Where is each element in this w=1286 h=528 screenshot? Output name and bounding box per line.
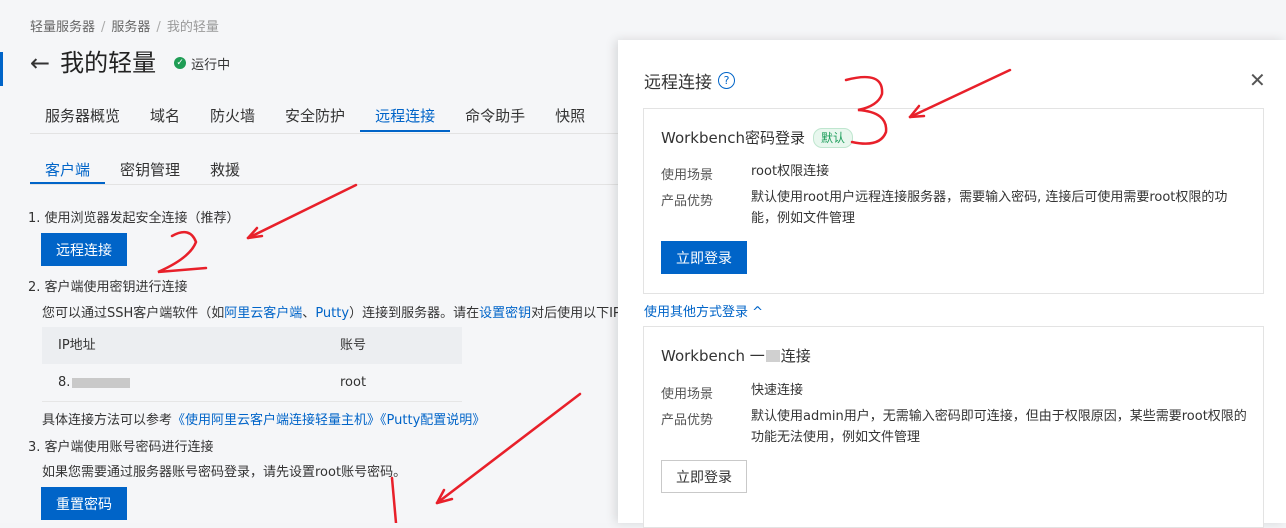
workbench-password-card: Workbench密码登录 默认 使用场景 root权限连接 产品优势 默认使用… — [643, 108, 1264, 294]
help-icon[interactable]: ? — [718, 72, 735, 89]
card-title-a: Workbench 一 — [661, 347, 765, 365]
reference-text: 具体连接方法可以参考《使用阿里云客户端连接轻量主机》《Putty配置说明》 — [42, 409, 485, 428]
scene-value: root权限连接 — [751, 164, 830, 179]
sub-tabs: 客户端 密钥管理 救援 — [30, 158, 255, 184]
redacted-text — [765, 349, 780, 362]
table-row: 8. root — [42, 364, 462, 402]
drawer-title: 远程连接 ? — [644, 68, 735, 93]
breadcrumb-item-server[interactable]: 服务器 — [111, 20, 150, 35]
step2-desc-c: ）连接到服务器。请在 — [349, 306, 480, 321]
breadcrumb-separator: / — [156, 20, 161, 35]
other-login-toggle[interactable]: 使用其他方式登录 ^ — [644, 301, 763, 320]
tabs-divider — [30, 133, 630, 134]
close-icon[interactable]: ✕ — [1249, 68, 1266, 92]
active-nav-indicator — [0, 52, 3, 86]
check-circle-icon: ✓ — [174, 57, 187, 69]
putty-guide-link[interactable]: 《Putty配置说明》 — [380, 413, 485, 428]
redacted-ip — [72, 377, 131, 388]
page-title: 我的轻量 — [60, 49, 157, 77]
breadcrumb: 轻量服务器 / 服务器 / 我的轻量 — [30, 16, 219, 35]
aliyun-client-link[interactable]: 阿里云客户端 — [224, 306, 302, 321]
remote-connect-drawer: 远程连接 ? ✕ Workbench密码登录 默认 使用场景 root权限连接 … — [618, 40, 1286, 528]
tab-firewall[interactable]: 防火墙 — [195, 104, 270, 132]
step3-text: 3. 客户端使用账号密码进行连接 — [28, 440, 214, 455]
scene-label: 使用场景 — [661, 387, 714, 402]
tab-snapshot[interactable]: 快照 — [540, 104, 600, 132]
card-title: Workbench 一连接 — [661, 345, 811, 366]
account-cell: root — [340, 375, 367, 390]
step2-text: 2. 客户端使用密钥进行连接 — [28, 280, 188, 295]
workbench-oneclick-card: Workbench 一连接 使用场景 快速连接 产品优势 默认使用admin用户… — [643, 326, 1264, 528]
tab-remote-connect[interactable]: 远程连接 — [360, 104, 451, 132]
login-now-button[interactable]: 立即登录 — [661, 460, 747, 493]
step2-desc-b: 、 — [302, 306, 316, 321]
advantage-label: 产品优势 — [661, 194, 714, 209]
putty-link[interactable]: Putty — [315, 306, 349, 321]
set-key-link[interactable]: 设置密钥 — [479, 306, 531, 321]
status-text: 运行中 — [191, 57, 231, 73]
default-badge: 默认 — [813, 127, 854, 148]
status-badge: ✓ 运行中 — [174, 54, 230, 73]
breadcrumb-separator: / — [101, 20, 106, 35]
card-title: Workbench密码登录 默认 — [661, 127, 854, 148]
aliyun-client-guide-link[interactable]: 《使用阿里云客户端连接轻量主机》 — [172, 413, 380, 428]
subtab-client[interactable]: 客户端 — [30, 158, 106, 184]
drawer-title-text: 远程连接 — [644, 73, 712, 93]
breadcrumb-item-current: 我的轻量 — [166, 20, 219, 35]
tab-security[interactable]: 安全防护 — [270, 104, 360, 132]
step1-text: 1. 使用浏览器发起安全连接（推荐） — [28, 211, 240, 226]
back-arrow-icon[interactable]: ← — [30, 47, 50, 79]
subtabs-divider — [30, 184, 630, 185]
page-header: ← 我的轻量 ✓ 运行中 — [30, 47, 230, 79]
step2-description: 您可以通过SSH客户端软件（如阿里云客户端、Putty）连接到服务器。请在设置密… — [42, 302, 647, 321]
login-now-button[interactable]: 立即登录 — [661, 241, 747, 274]
card-title-b: 连接 — [780, 347, 811, 365]
remote-connect-button[interactable]: 远程连接 — [41, 233, 127, 266]
card-title-text: Workbench密码登录 — [661, 129, 805, 147]
tab-server-overview[interactable]: 服务器概览 — [30, 104, 135, 132]
col-ip-header: IP地址 — [58, 338, 96, 353]
ref-label: 具体连接方法可以参考 — [42, 413, 173, 428]
table-header: IP地址 账号 — [42, 327, 462, 364]
ip-table: IP地址 账号 8. root — [42, 327, 462, 402]
step3-description: 如果您需要通过服务器账号密码登录，请先设置root账号密码。 — [42, 465, 407, 480]
advantage-value: 默认使用admin用户，无需输入密码即可连接，但由于权限原因，某些需要root权… — [751, 409, 1247, 445]
main-tabs: 服务器概览 域名 防火墙 安全防护 远程连接 命令助手 快照 — [30, 104, 600, 132]
ip-cell: 8. — [42, 364, 340, 401]
advantage-label: 产品优势 — [661, 413, 714, 428]
tab-command-assistant[interactable]: 命令助手 — [450, 104, 540, 132]
scene-label: 使用场景 — [661, 168, 714, 183]
step2-desc-a: 您可以通过SSH客户端软件（如 — [42, 306, 225, 321]
subtab-key-management[interactable]: 密钥管理 — [105, 158, 195, 184]
tab-domain[interactable]: 域名 — [135, 104, 195, 132]
reset-password-button[interactable]: 重置密码 — [41, 487, 127, 520]
breadcrumb-item-lighthouse[interactable]: 轻量服务器 — [30, 20, 95, 35]
scene-value: 快速连接 — [751, 383, 804, 398]
col-account-header: 账号 — [340, 338, 367, 353]
advantage-value: 默认使用root用户远程连接服务器，需要输入密码, 连接后可使用需要root权限… — [751, 190, 1228, 226]
subtab-rescue[interactable]: 救援 — [195, 158, 255, 184]
ip-prefix: 8. — [58, 375, 71, 390]
